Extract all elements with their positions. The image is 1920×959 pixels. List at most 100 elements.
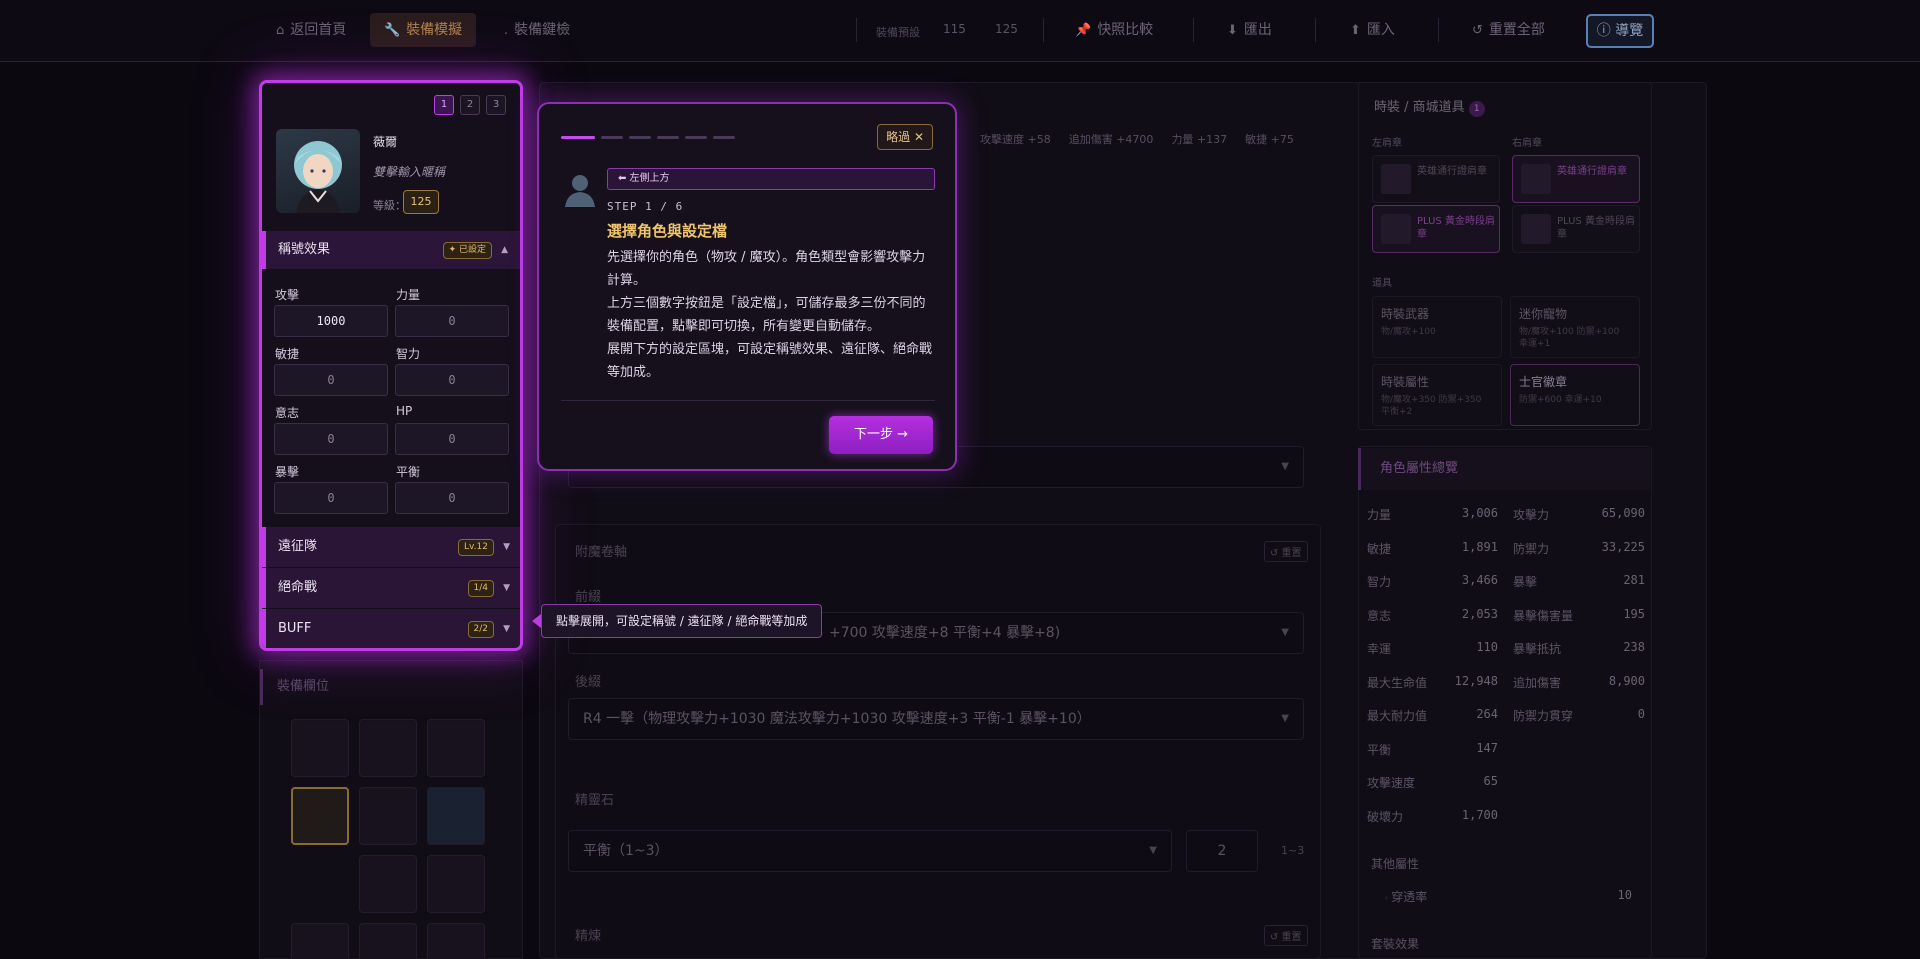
equip-slot[interactable]	[359, 923, 417, 959]
balance-input[interactable]: 0	[395, 482, 509, 514]
equipment-header: 裝備欄位	[260, 669, 522, 705]
will-input[interactable]: 0	[274, 423, 388, 455]
mini-pet-item[interactable]: 迷你寵物 物/魔攻+100 防禦+100 幸運+1	[1510, 296, 1640, 358]
equip-slot[interactable]	[427, 719, 485, 777]
guide-button[interactable]: ⓘ 導覽	[1586, 14, 1654, 48]
equipment-panel: 裝備欄位	[259, 660, 523, 959]
hint-tooltip: 點擊展開，可設定稱號 / 遠征隊 / 絕命戰等加成	[541, 604, 823, 638]
equip-slot-selected[interactable]	[291, 787, 349, 845]
info-icon: ⓘ	[1596, 23, 1616, 39]
next-step-button[interactable]: 下一步 →	[829, 416, 933, 454]
spirit-number-input[interactable]: 2	[1186, 830, 1258, 872]
badge-name: 英雄通行證肩章	[1557, 166, 1627, 177]
equip-slot[interactable]	[427, 855, 485, 913]
left-badge-label: 左肩章	[1372, 138, 1402, 149]
home-icon: ⌂	[276, 23, 285, 38]
nickname-input[interactable]: 雙擊輸入暱稱	[373, 163, 445, 180]
reset-all-button[interactable]: ↺ 重置全部	[1458, 13, 1559, 47]
left-attr-name: 平衡	[1367, 742, 1392, 757]
enchant-title: 附魔卷軸	[575, 545, 628, 560]
left-attr-name: 敏捷	[1367, 541, 1392, 556]
equip-slot[interactable]	[427, 923, 485, 959]
chevron-down-icon: ▼	[1281, 461, 1289, 472]
quick-compare-button[interactable]: 📌 快照比較	[1061, 13, 1167, 47]
divider	[1438, 18, 1439, 42]
import-button[interactable]: ⬆ 匯入	[1336, 13, 1409, 47]
refine-reset-button[interactable]: ↺ 重置	[1264, 925, 1308, 946]
attack-input[interactable]: 1000	[274, 305, 388, 337]
profile-slot-3-button[interactable]: 3	[486, 95, 506, 115]
left-attr-name: 攻擊速度	[1367, 776, 1416, 790]
badge-icon	[1521, 214, 1551, 244]
preset-115-button[interactable]: 115	[943, 22, 966, 36]
progress-dot	[685, 136, 707, 139]
pin-icon: 📌	[1075, 23, 1092, 38]
stat-label-hp: HP	[396, 404, 413, 418]
right-attr-name: 追加傷害	[1513, 675, 1562, 690]
str-input[interactable]: 0	[395, 305, 509, 337]
equip-slot[interactable]	[291, 923, 349, 959]
badge-item[interactable]: 英雄通行證肩章	[1512, 155, 1640, 203]
export-button[interactable]: ⬇ 匯出	[1213, 13, 1286, 47]
prop-title: 迷你寵物	[1519, 307, 1568, 321]
attributes-panel	[1358, 446, 1652, 959]
reset-all-label: 重置全部	[1488, 22, 1545, 38]
profile-slot-2-button[interactable]: 2	[460, 95, 480, 115]
prop-title: 時裝屬性	[1381, 375, 1430, 389]
level-label: 等級：	[373, 199, 406, 212]
right-attr-name: 暴擊	[1513, 575, 1538, 589]
spirit-select[interactable]: 平衡（1~3） ▼	[568, 830, 1172, 872]
spirit-title: 精靈石	[575, 793, 615, 808]
progress-dot	[657, 136, 679, 139]
tour-progress	[561, 136, 735, 139]
left-attr-value: 3,466	[1461, 573, 1498, 587]
badge-item[interactable]: PLUS 黃金時段肩章	[1372, 205, 1500, 253]
expedition-badge: Lv.12	[458, 539, 494, 556]
int-input[interactable]: 0	[395, 364, 509, 396]
profile-slot-1-button[interactable]: 1	[434, 95, 454, 115]
badge-item[interactable]: PLUS 黃金時段肩章	[1512, 205, 1640, 253]
profile-slot-buttons: 1 2 3	[434, 95, 506, 115]
equip-slot[interactable]	[291, 719, 349, 777]
equip-slot[interactable]	[359, 855, 417, 913]
tour-dialog: 略過 ✕ ⬅ 左側上方 STEP 1 / 6 選擇角色與設定檔 先選擇你的角色（…	[537, 102, 957, 471]
skip-button[interactable]: 略過 ✕	[877, 124, 933, 150]
suffix-select[interactable]: R4 一擊（物理攻擊力+1030 魔法攻擊力+1030 攻擊速度+3 平衡-1 …	[568, 698, 1304, 740]
equip-slot[interactable]	[359, 719, 417, 777]
equip-slot[interactable]	[427, 787, 485, 845]
chevron-down-icon: ▼	[1281, 713, 1289, 724]
chevron-down-icon: ▼	[1149, 845, 1157, 856]
title-effect-label: 稱號效果	[278, 242, 331, 257]
desperate-battle-accordion[interactable]: 絕命戰 1/4 ▼	[262, 568, 520, 608]
officer-badge-item[interactable]: 士官徽章 防禦+600 幸運+10	[1510, 364, 1640, 426]
preset-125-button[interactable]: 125	[995, 22, 1018, 36]
title-effect-header[interactable]: 稱號效果 ✦ 已設定 ▲	[262, 231, 520, 269]
desperate-battle-label: 絕命戰	[278, 580, 318, 595]
suffix-label: 後綴	[575, 675, 602, 690]
badge-item[interactable]: 英雄通行證肩章	[1372, 155, 1500, 203]
top-stat-tags: 攻擊速度 +58 追加傷害 +4700 力量 +137 敏捷 +75	[980, 131, 1294, 147]
progress-dot	[629, 136, 651, 139]
equip-sim-tab[interactable]: 🔧 裝備模擬	[370, 13, 477, 47]
dex-input[interactable]: 0	[274, 364, 388, 396]
dot-icon: .	[504, 23, 509, 38]
refine-title: 精煉	[575, 929, 602, 944]
hp-input[interactable]: 0	[395, 423, 509, 455]
equip-slot[interactable]	[359, 787, 417, 845]
left-attr-value: 3,006	[1461, 506, 1498, 520]
fashion-weapon-item[interactable]: 時裝武器 物/魔攻+100	[1372, 296, 1502, 358]
shortcuts-tab[interactable]: . 裝備鍵檢	[490, 13, 584, 47]
character-avatar[interactable]	[276, 129, 360, 213]
divider	[1043, 18, 1044, 42]
character-portrait-icon	[294, 141, 342, 213]
crit-input[interactable]: 0	[274, 482, 388, 514]
fashion-attr-item[interactable]: 時裝屬性 物/魔攻+350 防禦+350 平衡+2	[1372, 364, 1502, 426]
chevron-down-icon: ▼	[503, 624, 510, 634]
level-badge[interactable]: 125	[403, 190, 439, 214]
expedition-accordion[interactable]: 遠征隊 Lv.12 ▼	[262, 527, 520, 567]
home-button[interactable]: ⌂ 返回首頁	[262, 13, 360, 47]
buff-accordion[interactable]: BUFF 2/2 ▼	[262, 609, 520, 648]
left-attr-value: 12,948	[1454, 673, 1498, 688]
divider	[1193, 18, 1194, 42]
enchant-reset-button[interactable]: ↺ 重置	[1264, 541, 1308, 562]
